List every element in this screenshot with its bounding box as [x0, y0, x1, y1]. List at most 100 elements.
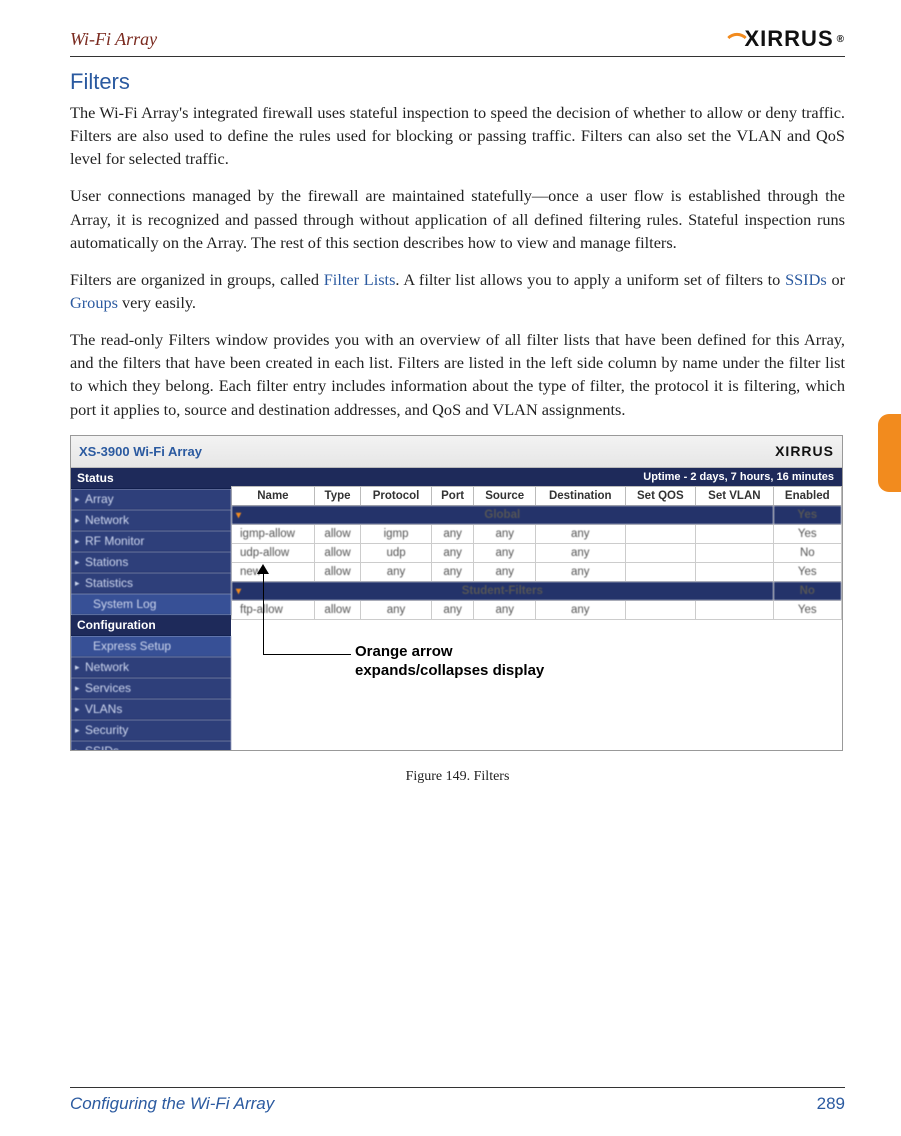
callout-line — [263, 654, 351, 655]
cell — [625, 524, 696, 543]
cell — [696, 600, 773, 619]
callout-line2: expands/collapses display — [355, 662, 544, 679]
cell: any — [361, 600, 432, 619]
nav-item-network2[interactable]: ▸Network — [71, 657, 231, 678]
screenshot-logo: XIRRUS — [775, 443, 834, 459]
cell: any — [474, 543, 536, 562]
cell: any — [361, 562, 432, 581]
cell: any — [536, 524, 626, 543]
paragraph-1: The Wi-Fi Array's integrated firewall us… — [70, 101, 845, 170]
p3-text-b: . A filter list allows you to apply a un… — [395, 270, 785, 289]
cell: Yes — [773, 600, 841, 619]
p3-text-c: or — [827, 270, 845, 289]
cell: any — [474, 600, 536, 619]
cell: any — [431, 543, 474, 562]
section-row-student[interactable]: ▾ Student-Filters No — [232, 581, 842, 600]
col-enabled: Enabled — [773, 486, 841, 505]
nav-item-statistics[interactable]: ▸Statistics — [71, 573, 231, 594]
nav-label: Security — [85, 723, 128, 737]
cell: allow — [314, 543, 360, 562]
nav-item-systemlog[interactable]: System Log — [71, 594, 231, 615]
nav-item-services[interactable]: ▸Services — [71, 678, 231, 699]
sidebar-nav: Status ▸Array ▸Network ▸RF Monitor ▸Stat… — [71, 468, 231, 751]
cell: any — [474, 562, 536, 581]
cell: any — [431, 600, 474, 619]
header-product: Wi-Fi Array — [70, 29, 157, 50]
paragraph-3: Filters are organized in groups, called … — [70, 268, 845, 314]
collapse-icon[interactable]: ▾ — [236, 510, 241, 521]
p3-text-d: very easily. — [118, 293, 196, 312]
nav-label: Services — [85, 681, 131, 695]
col-destination: Destination — [536, 486, 626, 505]
nav-label: Statistics — [85, 576, 133, 590]
link-ssids[interactable]: SSIDs — [785, 270, 827, 289]
device-model: XS-3900 Wi-Fi Array — [79, 444, 202, 459]
filter-name-link[interactable]: ftp-allow — [232, 600, 315, 619]
cell: udp — [361, 543, 432, 562]
col-port: Port — [431, 486, 474, 505]
chevron-right-icon: ▸ — [75, 704, 80, 715]
section-label: Global — [484, 509, 520, 521]
col-type: Type — [314, 486, 360, 505]
callout-line1: Orange arrow — [355, 643, 453, 660]
nav-label: Array — [85, 492, 114, 506]
table-header-row: Name Type Protocol Port Source Destinati… — [232, 486, 842, 505]
cell: any — [431, 524, 474, 543]
table-row: new allow any any any any Yes — [232, 562, 842, 581]
section-label: Student-Filters — [462, 585, 543, 597]
section-title: Filters — [70, 69, 845, 95]
cell: igmp — [361, 524, 432, 543]
cell: any — [474, 524, 536, 543]
col-name: Name — [232, 486, 315, 505]
link-groups[interactable]: Groups — [70, 293, 118, 312]
nav-item-vlans[interactable]: ▸ VLANs — [71, 699, 231, 720]
filter-name-link[interactable]: new — [232, 562, 315, 581]
cell — [696, 524, 773, 543]
cell: any — [536, 600, 626, 619]
nav-item-ssids[interactable]: ▸SSIDs — [71, 741, 231, 751]
chevron-right-icon: ▸ — [75, 536, 80, 547]
cell: any — [536, 543, 626, 562]
footer-chapter: Configuring the Wi-Fi Array — [70, 1094, 274, 1114]
footer-page-number: 289 — [817, 1094, 845, 1114]
nav-item-express[interactable]: Express Setup — [71, 636, 231, 657]
page-header: Wi-Fi Array XIRRUS® — [70, 26, 845, 57]
figure-screenshot: XS-3900 Wi-Fi Array XIRRUS Status ▸ Array… — [70, 435, 843, 751]
cell — [625, 562, 696, 581]
cell — [625, 543, 696, 562]
cell: Yes — [773, 562, 841, 581]
wifi-icon — [727, 27, 747, 47]
section-row-global[interactable]: ▾ Global Yes — [232, 505, 842, 524]
filter-name-link[interactable]: igmp-allow — [232, 524, 315, 543]
collapse-icon[interactable]: ▾ — [236, 586, 241, 597]
col-protocol: Protocol — [361, 486, 432, 505]
nav-item-array[interactable]: ▸ Array — [71, 489, 231, 510]
cell — [625, 600, 696, 619]
section-enabled: Yes — [773, 505, 841, 524]
nav-item-network[interactable]: ▸Network — [71, 510, 231, 531]
callout-line — [263, 572, 264, 654]
brand-text: XIRRUS — [745, 26, 834, 52]
nav-label: VLANs — [85, 702, 122, 716]
chevron-right-icon: ▸ — [75, 494, 80, 505]
table-row: igmp-allow allow igmp any any any Yes — [232, 524, 842, 543]
link-filter-lists[interactable]: Filter Lists — [324, 270, 396, 289]
filter-name-link[interactable]: udp-allow — [232, 543, 315, 562]
cell: Yes — [773, 524, 841, 543]
nav-item-security[interactable]: ▸Security — [71, 720, 231, 741]
nav-header-status: Status — [71, 468, 231, 489]
col-qos: Set QOS — [625, 486, 696, 505]
paragraph-2: User connections managed by the firewall… — [70, 184, 845, 253]
nav-label: Stations — [85, 555, 128, 569]
cell — [696, 562, 773, 581]
nav-item-rfmonitor[interactable]: ▸RF Monitor — [71, 531, 231, 552]
col-source: Source — [474, 486, 536, 505]
registered-mark: ® — [837, 34, 845, 45]
table-row: ftp-allow allow any any any any Yes — [232, 600, 842, 619]
cell: any — [536, 562, 626, 581]
cell: allow — [314, 524, 360, 543]
nav-item-stations[interactable]: ▸Stations — [71, 552, 231, 573]
chevron-right-icon: ▸ — [75, 515, 80, 526]
filters-table: Name Type Protocol Port Source Destinati… — [231, 486, 842, 620]
section-enabled: No — [773, 581, 841, 600]
